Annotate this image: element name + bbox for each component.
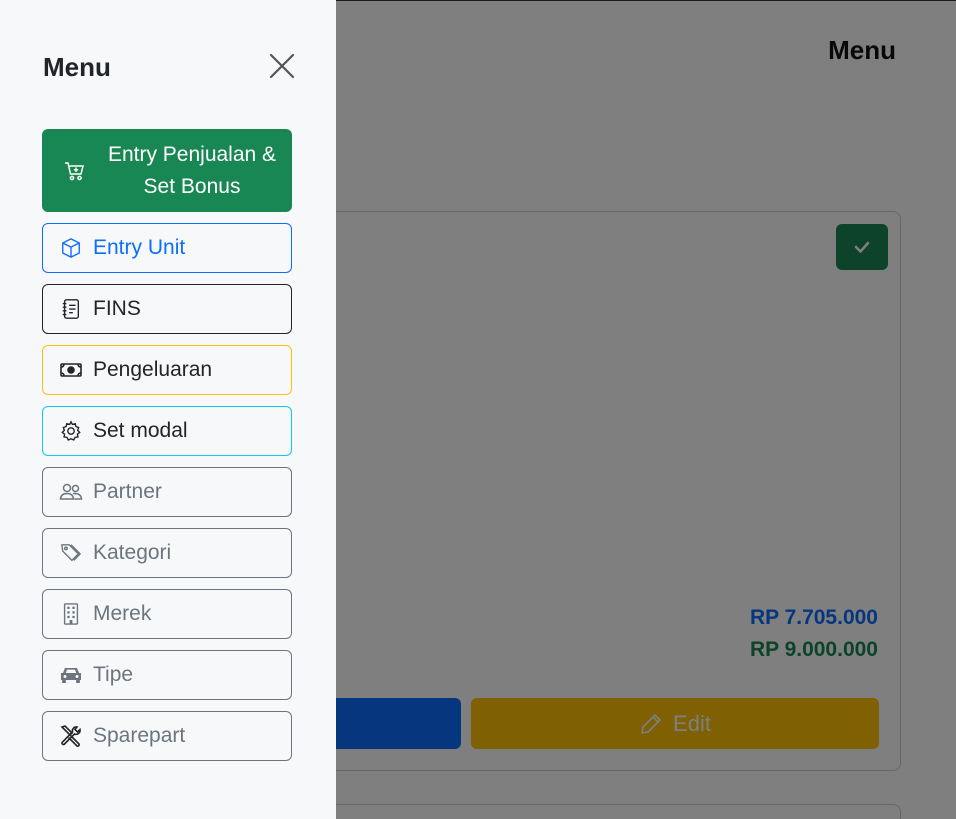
menu-item-label: Merek [93, 602, 152, 625]
tools-icon [59, 724, 83, 748]
people-icon [59, 480, 83, 504]
cash-icon [59, 358, 83, 382]
menu-item-label: Set modal [93, 419, 188, 442]
menu-item-label: Sparepart [93, 724, 186, 747]
menu-item-label: Tipe [93, 663, 134, 686]
menu-item-sparepart[interactable]: Sparepart [42, 711, 292, 761]
menu-item-entry-unit[interactable]: Entry Unit [42, 223, 292, 273]
menu-list: Entry Penjualan & Set Bonus Entry Unit F… [42, 129, 292, 772]
menu-item-merek[interactable]: Merek [42, 589, 292, 639]
menu-item-label: Partner [93, 480, 162, 503]
car-icon [59, 663, 83, 687]
menu-item-kategori[interactable]: Kategori [42, 528, 292, 578]
menu-item-entry-penjualan[interactable]: Entry Penjualan & Set Bonus [42, 129, 292, 212]
menu-item-label: Kategori [93, 541, 172, 564]
offcanvas-menu: Menu Entry Penjualan & Set Bonus Entry U… [0, 0, 336, 819]
close-button[interactable] [266, 50, 298, 82]
menu-item-label: Entry Penjualan & Set Bonus [107, 142, 277, 198]
menu-item-pengeluaran[interactable]: Pengeluaran [42, 345, 292, 395]
menu-item-partner[interactable]: Partner [42, 467, 292, 517]
tags-icon [59, 541, 83, 565]
gear-icon [59, 419, 83, 443]
close-icon [269, 53, 295, 79]
journal-text-icon [59, 297, 83, 321]
building-icon [59, 602, 83, 626]
menu-item-set-modal[interactable]: Set modal [42, 406, 292, 456]
offcanvas-title: Menu [43, 52, 111, 82]
box-icon [59, 236, 83, 260]
menu-item-label: Entry Unit [93, 236, 186, 259]
menu-item-fins[interactable]: FINS [42, 284, 292, 334]
menu-item-label: Pengeluaran [93, 358, 213, 381]
menu-item-label: FINS [93, 297, 141, 320]
menu-item-tipe[interactable]: Tipe [42, 650, 292, 700]
cart-plus-icon [63, 159, 87, 183]
